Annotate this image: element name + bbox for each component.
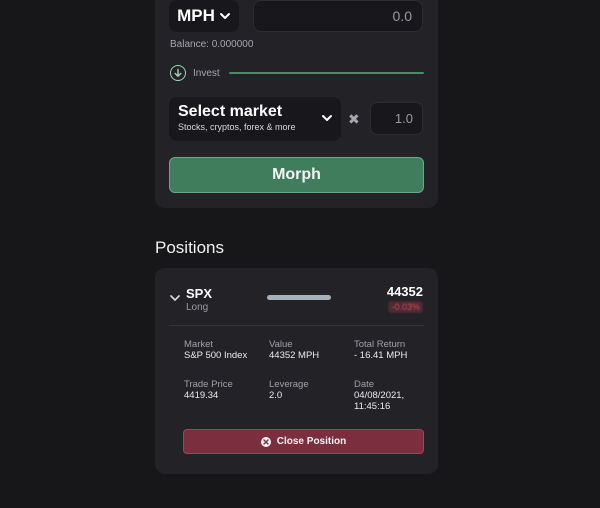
detail-date: Date 04/08/2021, 11:45:16 [354, 379, 404, 412]
detail-label: Trade Price [184, 379, 233, 390]
invest-label: Invest [193, 67, 220, 79]
detail-label: Date [354, 379, 375, 390]
trade-form-card: MPH 0.0 Balance: 0.000000 Invest Select … [155, 0, 438, 208]
chevron-down-icon[interactable] [169, 292, 181, 304]
detail-leverage: Leverage 2.0 [269, 379, 309, 401]
close-icon [260, 436, 271, 447]
market-subtitle: Stocks, cryptos, forex & more [178, 122, 296, 132]
detail-value: - 16.41 MPH [354, 350, 408, 361]
close-position-button[interactable]: Close Position [183, 429, 424, 454]
currency-select[interactable]: MPH [169, 0, 239, 32]
position-change-badge: -0.03% [388, 301, 423, 313]
balance-text: Balance: 0.000000 [170, 39, 254, 50]
detail-value-mph: Value 44352 MPH [269, 339, 319, 361]
multiplier-input[interactable]: 1.0 [370, 102, 423, 135]
detail-value: S&P 500 Index [184, 350, 248, 361]
position-symbol: SPX [186, 286, 213, 301]
positions-title: Positions [155, 238, 224, 257]
detail-market: Market S&P 500 Index [184, 339, 247, 361]
divider [169, 325, 424, 326]
detail-value: 04/08/2021, [354, 390, 405, 401]
detail-label: Leverage [269, 379, 309, 390]
arrow-down-circle-icon[interactable] [170, 65, 186, 81]
detail-trade-price: Trade Price 4419.34 [184, 379, 233, 401]
position-card: SPX Long 44352 -0.03% Market S&P 500 Ind… [155, 268, 438, 474]
detail-value: 2.0 [269, 390, 283, 401]
detail-label: Market [184, 339, 214, 350]
invest-divider: Invest [170, 64, 424, 82]
morph-button[interactable]: Morph [169, 157, 424, 193]
chevron-down-icon [322, 115, 332, 121]
detail-value: 44352 MPH [269, 350, 320, 361]
detail-value: 4419.34 [184, 390, 219, 401]
position-value: 44352 [386, 284, 423, 299]
market-title: Select market [178, 103, 283, 120]
detail-label: Value [269, 339, 293, 350]
detail-value: 11:45:16 [354, 401, 391, 412]
detail-total-return: Total Return - 16.41 MPH [354, 339, 407, 361]
invest-line [228, 72, 424, 74]
currency-label: MPH [177, 6, 215, 25]
chevron-down-icon [219, 13, 230, 19]
multiply-icon: ✖ [348, 111, 360, 127]
position-sparkline [267, 295, 331, 300]
market-select[interactable]: Select market Stocks, cryptos, forex & m… [169, 97, 341, 141]
position-side: Long [186, 302, 209, 313]
detail-label: Total Return [354, 339, 406, 350]
amount-input[interactable]: 0.0 [253, 0, 423, 32]
close-position-label: Close Position [276, 436, 347, 447]
